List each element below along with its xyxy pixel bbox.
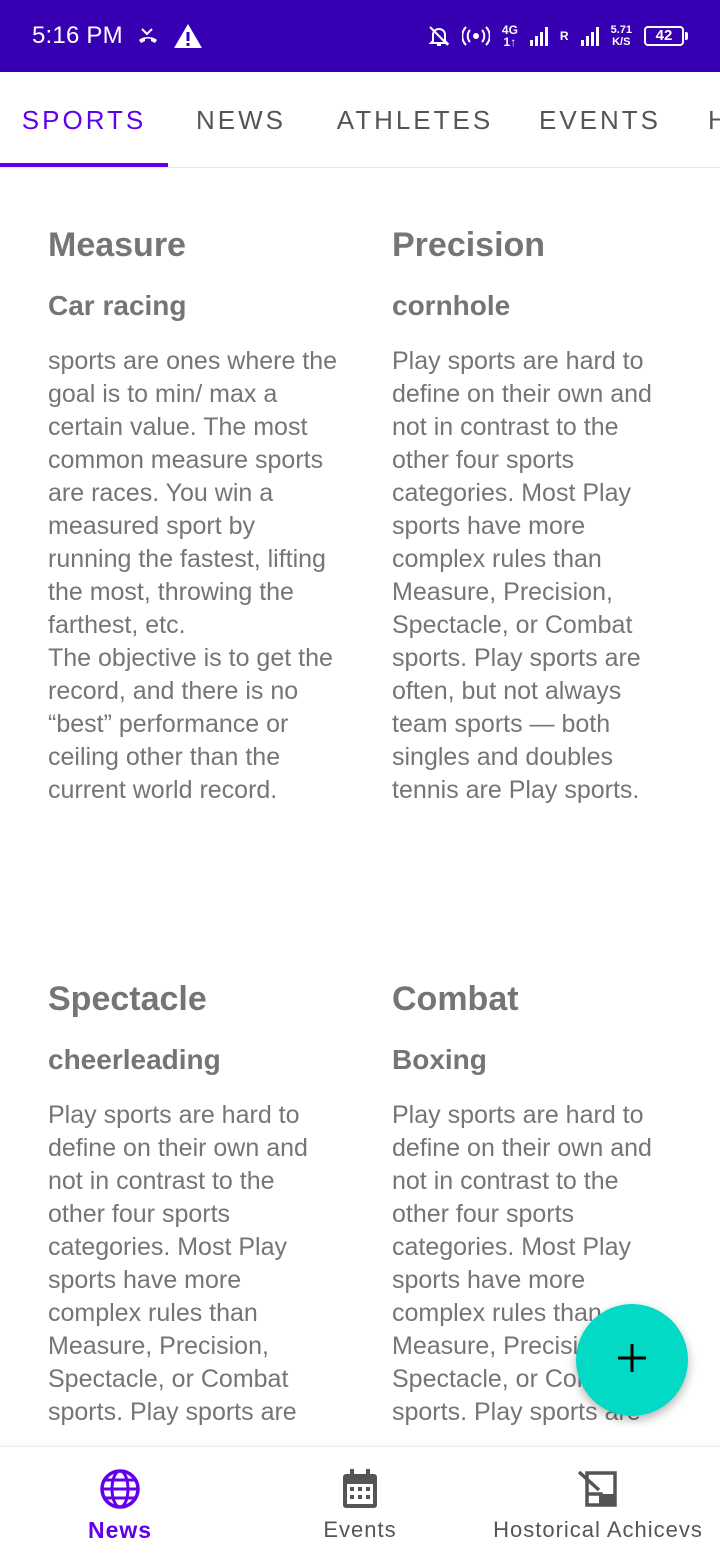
nav-label-news: News <box>87 1517 153 1543</box>
app-screen: 5:16 PM 4G 1↑ R 5.71 K/S 42 SPORTS NEWS … <box>0 0 720 1560</box>
nav-label-historical: Hostorical Achicevs <box>493 1517 703 1542</box>
signal-icon <box>529 26 548 46</box>
add-fab-button[interactable] <box>576 1304 688 1416</box>
missed-call-icon <box>137 26 159 46</box>
battery-level: 42 <box>644 26 684 46</box>
speed-value: 5.71 <box>610 24 632 36</box>
roaming-label: R <box>559 29 569 43</box>
calendar-icon <box>341 1467 379 1511</box>
mute-bell-icon <box>428 25 450 47</box>
status-time: 5:16 PM <box>32 22 123 49</box>
globe-icon <box>99 1467 141 1511</box>
status-right: 4G 1↑ R 5.71 K/S 42 <box>428 24 688 48</box>
speed-unit: K/S <box>612 36 631 48</box>
tab-indicator <box>0 163 168 167</box>
hotspot-icon <box>461 25 490 47</box>
nav-item-historical[interactable]: Hostorical Achicevs <box>480 1447 716 1560</box>
nav-label-events: Events <box>323 1517 397 1542</box>
sports-grid[interactable]: Measure Car racing sports are ones where… <box>0 169 720 1446</box>
card-body: Play sports are hard to define on their … <box>392 347 652 804</box>
network-type: 4G 1↑ <box>502 24 518 48</box>
signal-roaming-icon <box>580 26 599 46</box>
nav-item-news[interactable]: News <box>40 1447 200 1560</box>
tab-news[interactable]: NEWS <box>168 72 314 167</box>
roaming-indicator: R <box>560 30 569 42</box>
card-title: Measure <box>48 226 186 264</box>
sport-card[interactable]: Measure Car racing sports are ones where… <box>48 225 338 807</box>
warning-icon <box>173 23 203 49</box>
card-body: Play sports are hard to define on their … <box>48 1101 308 1426</box>
network-speed: 5.71 K/S <box>611 24 632 48</box>
sport-card[interactable]: Spectacle cheerleading Play sports are h… <box>48 979 338 1429</box>
card-subtitle: cheerleading <box>48 1044 221 1075</box>
network-activity: 1↑ <box>503 35 517 49</box>
card-subtitle: Car racing <box>48 290 187 321</box>
card-body: sports are ones where the goal is to min… <box>48 347 338 804</box>
history-icon <box>577 1467 619 1511</box>
status-left: 5:16 PM <box>32 22 203 50</box>
card-subtitle: Boxing <box>392 1044 487 1075</box>
tab-bar: SPORTS NEWS ATHLETES EVENTS H <box>0 72 720 168</box>
card-title: Spectacle <box>48 980 207 1018</box>
status-bar: 5:16 PM 4G 1↑ R 5.71 K/S 42 <box>0 0 720 72</box>
battery-tip <box>685 32 688 40</box>
nav-item-events[interactable]: Events <box>280 1447 440 1560</box>
card-title: Precision <box>392 226 546 264</box>
card-title: Combat <box>392 980 519 1018</box>
sport-card[interactable]: Precision cornhole Play sports are hard … <box>392 225 682 807</box>
tab-sports[interactable]: SPORTS <box>0 72 168 167</box>
card-subtitle: cornhole <box>392 290 511 321</box>
plus-icon <box>616 1342 648 1379</box>
tab-events[interactable]: EVENTS <box>516 72 684 167</box>
bottom-navigation: News Events Hostorical Achicevs <box>0 1446 720 1560</box>
tab-more[interactable]: H <box>684 72 720 167</box>
tab-athletes[interactable]: ATHLETES <box>314 72 516 167</box>
battery-icon: 42 <box>644 26 688 46</box>
